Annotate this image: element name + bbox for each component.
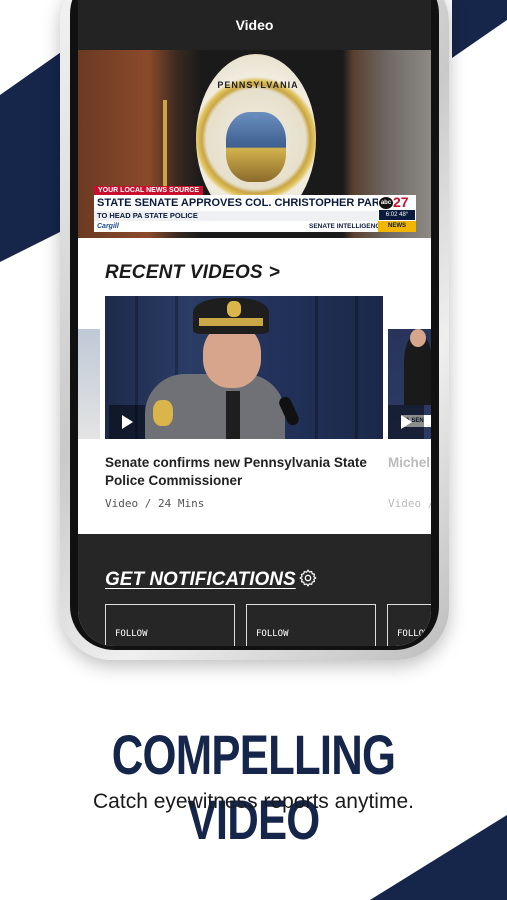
news-lower-third: YOUR LOCAL NEWS SOURCE STATE SENATE APPR…	[94, 186, 416, 236]
gear-icon[interactable]	[298, 568, 318, 588]
play-button[interactable]	[388, 405, 424, 439]
follow-button[interactable]: FOLLOW	[246, 604, 376, 646]
video-card-thumbnail[interactable]	[105, 296, 383, 439]
time-temp: 6:02 48°	[379, 210, 415, 220]
hat-band	[199, 318, 263, 326]
station-logo: abc 27 6:02 48°	[378, 195, 416, 221]
recent-videos-link[interactable]: RECENT VIDEOS >	[105, 262, 280, 284]
promo-headline: COMPELLING VIDEO	[111, 723, 396, 851]
follow-button[interactable]: FOLLOW	[105, 604, 235, 646]
video-card-next-meta: Video /	[388, 497, 431, 510]
follow-button[interactable]: FOLLOW	[387, 604, 431, 646]
sponsor-logo: Cargill	[97, 223, 119, 230]
video-card-prev-thumbnail[interactable]	[78, 329, 100, 439]
get-notifications-link[interactable]: GET NOTIFICATIONS	[105, 569, 296, 591]
video-card-title[interactable]: Senate confirms new Pennsylvania State P…	[105, 454, 383, 490]
curtain-fold	[355, 296, 358, 439]
notifications-section: GET NOTIFICATIONS FOLLOW FOLLOW FOLLOW	[78, 534, 431, 646]
seal-text: PENNSYLVANIA	[217, 80, 299, 90]
page-title: Video	[235, 17, 274, 33]
segment-label: SENATE INTELLIGENCE	[309, 223, 385, 230]
hat-badge	[227, 301, 241, 317]
speaker-face	[410, 329, 426, 347]
channel-number: 27	[393, 194, 409, 210]
chevron-right-icon: >	[268, 262, 281, 283]
app-screen: Video PENNSYLVANIA YOUR LOCAL NEWS SOURC…	[78, 0, 431, 646]
tie	[226, 391, 240, 439]
play-icon	[122, 415, 133, 429]
curtain-fold	[315, 296, 318, 439]
lower-third-tag: YOUR LOCAL NEWS SOURCE	[94, 186, 203, 195]
seal-crest	[226, 112, 286, 182]
promo-subtitle: Catch eyewitness reports anytime.	[93, 790, 414, 813]
follow-label: FOLLOW	[256, 629, 289, 639]
follow-label: FOLLOW	[397, 629, 430, 639]
lower-third-headline: STATE SENATE APPROVES COL. CHRISTOPHER P…	[94, 195, 378, 211]
follow-label: FOLLOW	[115, 629, 148, 639]
network-logo: abc	[379, 197, 393, 209]
hero-video[interactable]: PENNSYLVANIA YOUR LOCAL NEWS SOURCE STAT…	[78, 50, 431, 238]
video-card-next-thumbnail[interactable]: PA SEN	[388, 329, 431, 439]
recent-videos-title: RECENT VIDEOS	[105, 262, 263, 283]
shoulder-patch	[153, 400, 173, 426]
news-label: NEWS	[378, 221, 416, 232]
video-card-prev-title: er	[78, 456, 100, 471]
video-card-next-title: Michelle serve a	[388, 455, 431, 470]
top-bar: Video	[78, 0, 431, 50]
video-card-meta: Video / 24 Mins	[105, 497, 205, 510]
lower-third-subline: TO HEAD PA STATE POLICE	[94, 211, 378, 221]
play-icon	[401, 415, 412, 429]
play-button[interactable]	[109, 405, 145, 439]
